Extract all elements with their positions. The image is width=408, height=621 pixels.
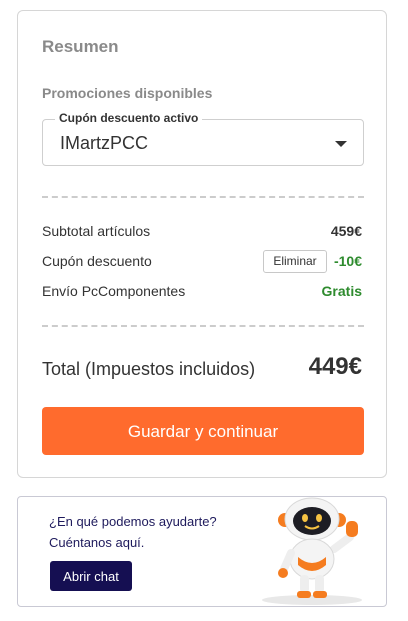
divider — [42, 196, 364, 198]
open-chat-button[interactable]: Abrir chat — [50, 561, 132, 591]
coupon-select-label: Cupón descuento activo — [55, 111, 203, 125]
help-question: ¿En qué podemos ayudarte? — [49, 514, 217, 529]
robot-mascot-icon — [262, 497, 362, 605]
promotions-title: Promociones disponibles — [42, 85, 213, 101]
coupon-discount-value: -10€ — [333, 253, 362, 269]
remove-coupon-button[interactable]: Eliminar — [263, 250, 327, 273]
save-and-continue-button[interactable]: Guardar y continuar — [42, 407, 364, 455]
coupon-select-value: IMartzPCC — [60, 133, 149, 153]
coupon-select[interactable]: Cupón descuento activo IMartzPCC — [42, 111, 364, 166]
chevron-down-icon — [335, 141, 347, 147]
summary-title: Resumen — [42, 37, 119, 56]
help-chat-card: ¿En qué podemos ayudarte? Cuéntanos aquí… — [17, 496, 387, 607]
subtotal-label: Subtotal artículos — [42, 223, 151, 239]
order-summary-card: Resumen Promociones disponibles Cupón de… — [17, 10, 387, 478]
total-value: 449€ — [308, 353, 362, 380]
shipping-value: Gratis — [321, 283, 362, 299]
total-label: Total (Impuestos incluidos) — [42, 359, 256, 379]
subtotal-value: 459€ — [330, 223, 362, 239]
shipping-label: Envío PcComponentes — [42, 283, 186, 299]
help-prompt: Cuéntanos aquí. — [49, 535, 145, 550]
coupon-discount-label: Cupón descuento — [42, 253, 152, 269]
divider — [42, 325, 364, 327]
